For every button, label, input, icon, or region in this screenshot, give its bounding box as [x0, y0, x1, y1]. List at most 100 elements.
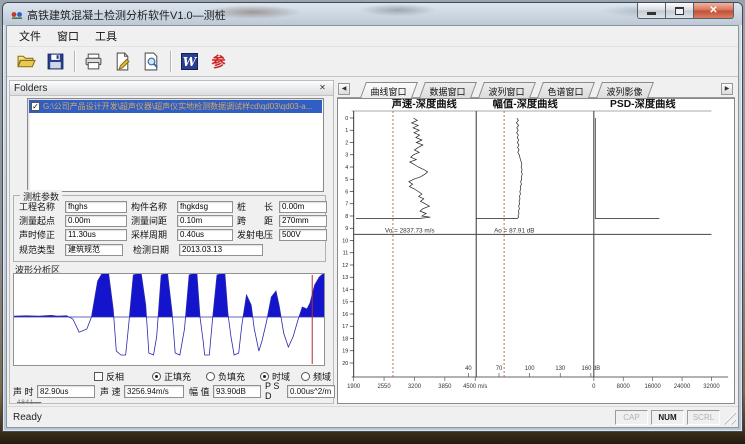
window-title: 高铁建筑混凝土检测分析软件V1.0—测桩	[27, 7, 226, 23]
param-label: 规范类型	[19, 243, 65, 256]
svg-text:8000: 8000	[617, 384, 631, 390]
status-text: Ready	[7, 412, 615, 423]
svg-text:3200: 3200	[408, 384, 422, 390]
param-label: 发射电压	[237, 228, 279, 241]
freq-domain-option[interactable]: 频域	[301, 370, 331, 383]
print-button[interactable]	[80, 49, 107, 74]
tabs-scroll-left-button[interactable]: ◀	[338, 83, 350, 95]
param-field[interactable]: 0.00m	[65, 215, 127, 227]
titlebar[interactable]: 高铁建筑混凝土检测分析软件V1.0—测桩 ✕	[3, 3, 742, 25]
invert-checkbox[interactable]	[94, 372, 103, 381]
svg-text:130: 130	[555, 366, 565, 372]
fill-negative-radio[interactable]	[206, 372, 215, 381]
tabs-scroll-right-button[interactable]: ▶	[721, 83, 733, 95]
svg-text:20: 20	[342, 361, 348, 367]
amplitude-label: 幅 值	[189, 385, 213, 398]
panel-close-icon[interactable]: ✕	[316, 82, 329, 94]
sound-time-label: 声 时	[13, 385, 37, 398]
svg-text:100: 100	[525, 366, 535, 372]
param-label: 测量间距	[131, 214, 177, 227]
svg-text:4: 4	[345, 165, 348, 171]
num-lock-indicator: NUM	[651, 410, 684, 425]
param-label: 跨 距	[237, 214, 279, 227]
desktop: { "window": { "title": "高铁建筑混凝土检测分析软件V1.…	[0, 0, 745, 444]
param-label: 构件名称	[131, 200, 177, 213]
fill-positive-option[interactable]: 正填充	[152, 370, 191, 383]
readouts-row: 声 时 82.90us 声 速 3256.94m/s 幅 值 93.90dB P…	[13, 384, 333, 398]
folder-list-item[interactable]: ✓ G:\公司产品设计开发\超声仪器\超声仪实地检测数据调试样cd\qd03\q…	[29, 100, 322, 113]
check-icon: ✓	[32, 102, 39, 111]
param-field[interactable]: 0.40us	[177, 229, 233, 241]
fill-positive-label: 正填充	[164, 370, 191, 383]
open-button[interactable]	[13, 49, 40, 74]
sound-velocity-field[interactable]: 3256.94m/s	[124, 385, 184, 398]
chart-panel: ◀ 曲线窗口 数据窗口 波列窗口 色谱窗口 波列影像 ▶ 01234567891…	[337, 80, 735, 404]
tab-strip: ◀ 曲线窗口 数据窗口 波列窗口 色谱窗口 波列影像 ▶	[337, 80, 735, 98]
waveform-plot	[14, 274, 324, 365]
client-area: 文件 窗口 工具 W	[6, 25, 739, 428]
param-field[interactable]: 270mm	[279, 215, 327, 227]
param-field[interactable]: 11.30us	[65, 229, 127, 241]
sound-velocity-label: 声 速	[100, 385, 124, 398]
amplitude-field[interactable]: 93.90dB	[213, 385, 261, 398]
svg-text:9: 9	[345, 226, 348, 232]
param-field[interactable]: fhgkdsg	[177, 201, 233, 213]
tab-curve-window[interactable]: 曲线窗口	[360, 82, 418, 98]
svg-text:40: 40	[465, 366, 472, 372]
svg-text:2550: 2550	[378, 384, 392, 390]
resize-grip[interactable]	[723, 410, 736, 425]
print-preview-button[interactable]	[138, 49, 165, 74]
svg-text:声速-深度曲线: 声速-深度曲线	[391, 99, 458, 110]
fill-negative-option[interactable]: 负填充	[206, 370, 245, 383]
minimize-icon	[647, 12, 656, 15]
param-label: 声时修正	[19, 228, 65, 241]
tab-spectrum-window[interactable]: 色谱窗口	[537, 82, 595, 98]
svg-text:11: 11	[343, 251, 349, 257]
param-field[interactable]: 建筑规范	[65, 244, 123, 256]
svg-text:幅值-深度曲线: 幅值-深度曲线	[493, 99, 559, 110]
waveform-box[interactable]	[13, 273, 325, 366]
folder-list[interactable]: ✓ G:\公司产品设计开发\超声仪器\超声仪实地检测数据调试样cd\qd03\q…	[27, 98, 324, 192]
export-report-button[interactable]	[109, 49, 136, 74]
menu-window[interactable]: 窗口	[49, 26, 87, 46]
freq-domain-radio[interactable]	[301, 372, 310, 381]
tab-wavetrain-window[interactable]: 波列窗口	[478, 82, 536, 98]
param-field[interactable]: 2013.03.13	[179, 244, 263, 256]
menu-file[interactable]: 文件	[11, 26, 49, 46]
psd-label: P S D	[265, 381, 287, 401]
folder-checkbox[interactable]: ✓	[31, 102, 40, 111]
maximize-icon	[675, 7, 684, 15]
close-button[interactable]: ✕	[693, 3, 734, 19]
save-button[interactable]	[42, 49, 69, 74]
folders-panel: Folders ✕ ✓ G:\公司产品设计开发\超声仪器\超声仪实地检测数据调试…	[9, 80, 334, 404]
minimize-button[interactable]	[637, 3, 665, 19]
svg-text:PSD-深度曲线: PSD-深度曲线	[610, 99, 676, 110]
params-icon: 参	[212, 52, 226, 72]
parameters-button[interactable]: 参	[205, 49, 232, 74]
param-field[interactable]: 500V	[279, 229, 327, 241]
param-field[interactable]: 0.00m	[279, 201, 327, 213]
maximize-button[interactable]	[665, 3, 693, 19]
menu-tools[interactable]: 工具	[87, 26, 125, 46]
svg-text:19: 19	[342, 349, 348, 355]
svg-text:8: 8	[345, 214, 348, 220]
tab-wavetrain-image[interactable]: 波列影像	[596, 82, 654, 98]
fill-negative-label: 负填充	[218, 370, 245, 383]
depth-charts-area[interactable]: 01234567891011121314151617181920声速-深度曲线1…	[337, 98, 735, 404]
time-domain-radio[interactable]	[260, 372, 269, 381]
psd-field[interactable]: 0.00us^2/m	[287, 385, 335, 398]
param-field[interactable]: 0.10m	[177, 215, 233, 227]
magnifier-page-icon	[142, 52, 161, 71]
invert-option[interactable]: 反相	[94, 370, 124, 383]
param-label: 工程名称	[19, 200, 65, 213]
fill-positive-radio[interactable]	[152, 372, 161, 381]
scroll-lock-indicator: SCRL	[687, 410, 720, 425]
printer-icon	[84, 52, 103, 71]
param-field[interactable]: fhghs	[65, 201, 127, 213]
sound-time-field[interactable]: 82.90us	[37, 385, 95, 398]
tab-data-window[interactable]: 数据窗口	[419, 82, 477, 98]
svg-text:70: 70	[496, 366, 503, 372]
word-export-button[interactable]: W	[176, 49, 203, 74]
svg-text:1: 1	[345, 128, 348, 134]
caps-lock-indicator: CAP	[615, 410, 648, 425]
